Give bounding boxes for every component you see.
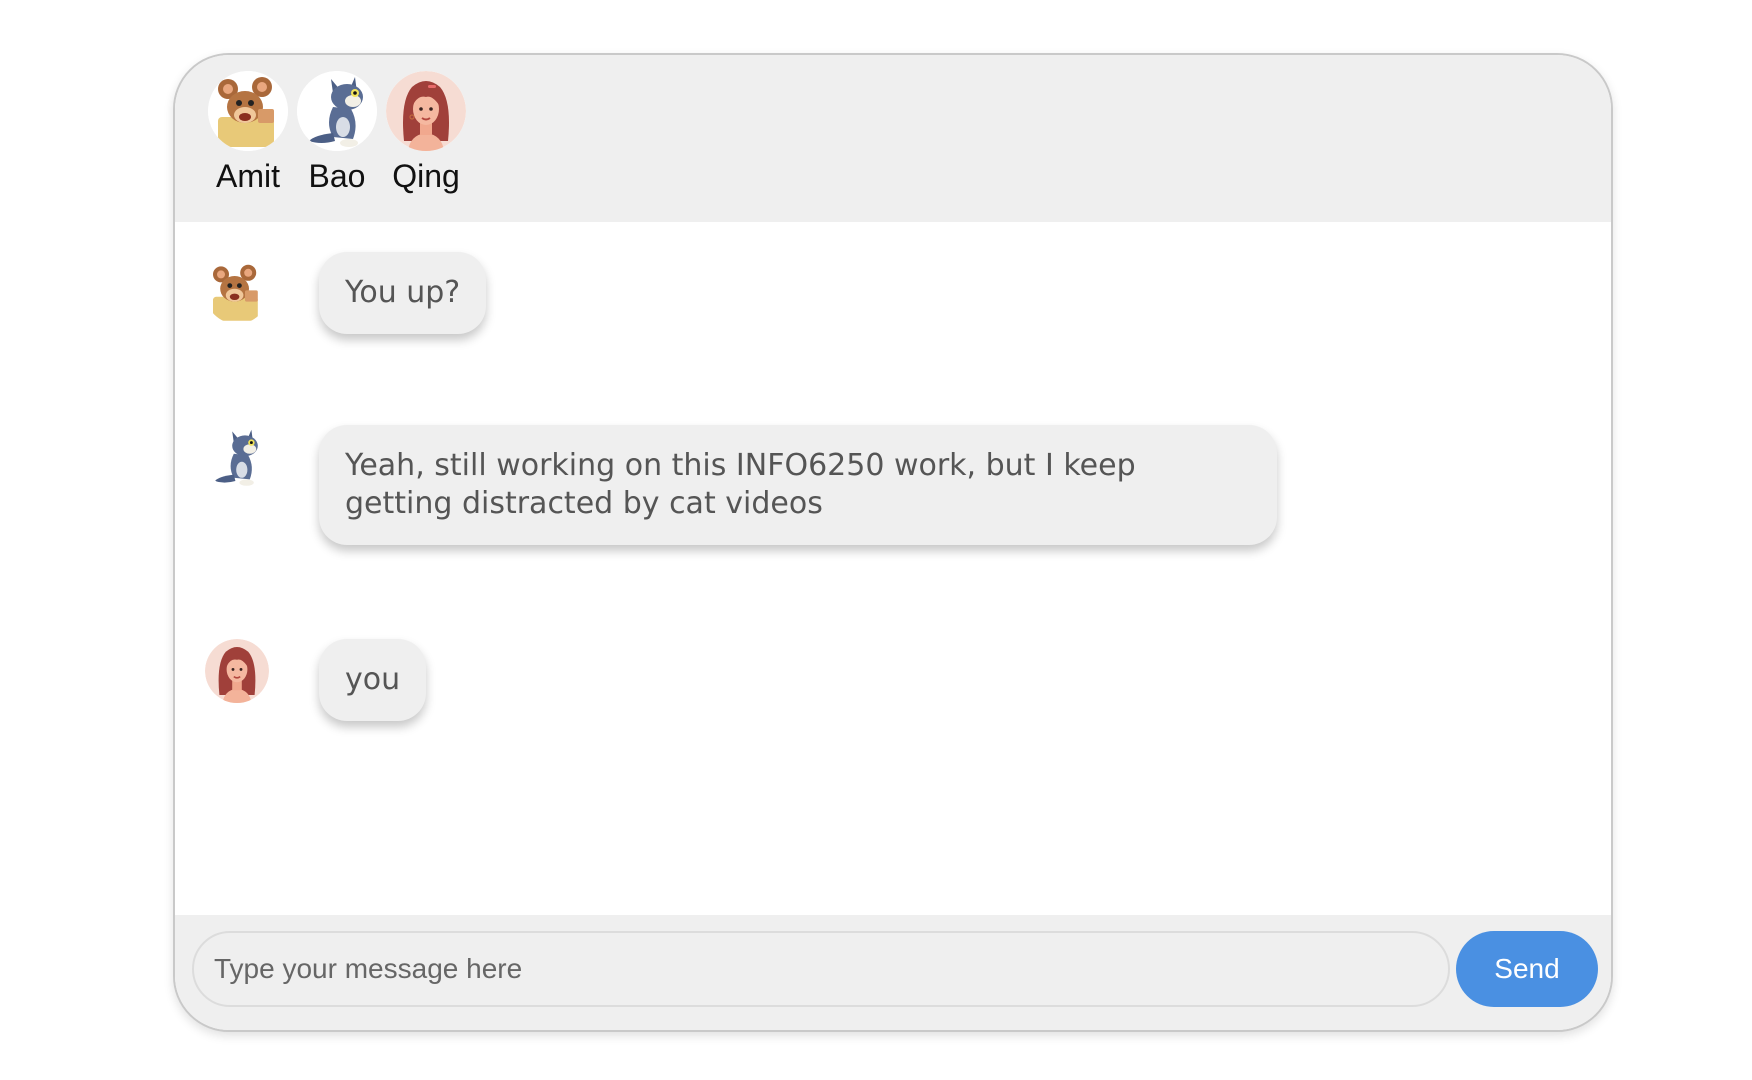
- send-button[interactable]: Send: [1456, 931, 1598, 1007]
- message-bubble: you: [319, 639, 427, 721]
- participants-header: Amit Bao Qing: [175, 55, 1611, 222]
- participant-name: Bao: [308, 158, 366, 194]
- participant-amit[interactable]: Amit: [198, 71, 298, 195]
- participant-name: Qing: [392, 158, 460, 194]
- cat-avatar-icon: [297, 71, 377, 151]
- message-bubble: You up?: [319, 252, 487, 334]
- chat-window: Amit Bao Qing You up? Yeah, still workin…: [173, 53, 1613, 1032]
- participant-bao[interactable]: Bao: [287, 71, 387, 195]
- mouse-avatar-icon: [208, 71, 288, 151]
- participant-name: Amit: [216, 158, 280, 194]
- participant-qing[interactable]: Qing: [376, 71, 476, 195]
- message-list: You up? Yeah, still working on this INFO…: [175, 222, 1611, 915]
- woman-avatar-icon: [205, 639, 269, 703]
- message-composer: Send: [175, 915, 1611, 1030]
- message-bubble: Yeah, still working on this INFO6250 wor…: [319, 425, 1277, 545]
- woman-avatar-icon: [386, 71, 466, 151]
- message-input[interactable]: [192, 931, 1450, 1007]
- mouse-avatar-icon: [205, 260, 269, 324]
- cat-avatar-icon: [205, 425, 269, 489]
